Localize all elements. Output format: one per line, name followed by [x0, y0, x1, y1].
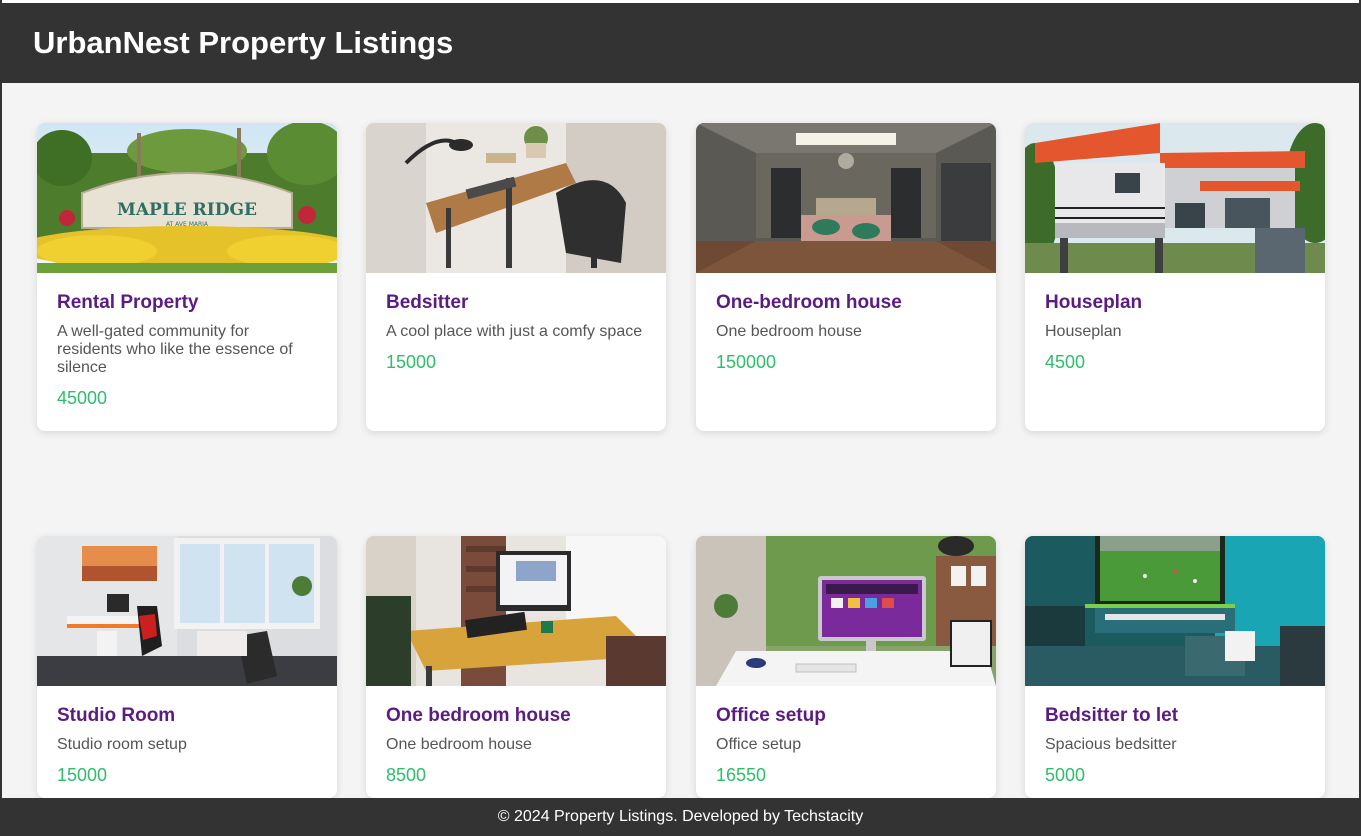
- listing-price: 15000: [57, 765, 108, 785]
- property-image: [1025, 123, 1325, 273]
- listing-price: 4500: [1045, 352, 1086, 372]
- page-title: UrbanNest Property Listings: [33, 25, 454, 60]
- property-image: [366, 123, 666, 273]
- listing-price: 16550: [716, 765, 767, 785]
- listing-description: One bedroom house: [386, 736, 532, 753]
- left-edge: [0, 0, 2, 836]
- footer-text: © 2024 Property Listings. Developed by T…: [497, 808, 864, 825]
- listing-title[interactable]: Bedsitter: [386, 293, 646, 313]
- listing-card[interactable]: MAPLE RIDGE AT AVE MARIA Rental Property…: [37, 123, 337, 431]
- listing-description: Houseplan: [1045, 323, 1122, 340]
- listing-card[interactable]: One-bedroom house One bedroom house 1500…: [696, 123, 996, 431]
- property-image: MAPLE RIDGE AT AVE MARIA: [37, 123, 337, 273]
- listing-price: 8500: [386, 765, 427, 785]
- listing-card[interactable]: Bedsitter A cool place with just a comfy…: [366, 123, 666, 431]
- listing-card[interactable]: One bedroom house One bedroom house 8500: [366, 536, 666, 798]
- property-image: [696, 123, 996, 273]
- listing-card[interactable]: Bedsitter to let Spacious bedsitter 5000: [1025, 536, 1325, 798]
- listing-card[interactable]: Houseplan Houseplan 4500: [1025, 123, 1325, 431]
- listing-title[interactable]: Studio Room: [57, 706, 317, 726]
- site-header: UrbanNest Property Listings: [0, 3, 1361, 83]
- listing-card[interactable]: Studio Room Studio room setup 15000: [37, 536, 337, 798]
- listing-description: Spacious bedsitter: [1045, 736, 1177, 753]
- property-image: [696, 536, 996, 686]
- listing-price: 150000: [716, 352, 777, 372]
- listing-title[interactable]: Bedsitter to let: [1045, 706, 1305, 726]
- property-image: [366, 536, 666, 686]
- listing-description: A cool place with just a comfy space: [386, 323, 643, 340]
- listing-title[interactable]: Office setup: [716, 706, 976, 726]
- site-footer: © 2024 Property Listings. Developed by T…: [0, 798, 1361, 836]
- listing-title[interactable]: One-bedroom house: [716, 293, 976, 313]
- listing-price: 45000: [57, 388, 108, 408]
- listing-description: Studio room setup: [57, 736, 187, 753]
- listing-title[interactable]: Houseplan: [1045, 293, 1305, 313]
- listing-description: A well-gated community for residents who…: [57, 323, 293, 376]
- property-image: [37, 536, 337, 686]
- listing-description: Office setup: [716, 736, 802, 753]
- listing-title[interactable]: One bedroom house: [386, 706, 646, 726]
- listing-price: 15000: [386, 352, 437, 372]
- property-image: [1025, 536, 1325, 686]
- listing-card[interactable]: Office setup Office setup 16550: [696, 536, 996, 798]
- sign-text: MAPLE RIDGE: [117, 200, 257, 220]
- listing-title[interactable]: Rental Property: [57, 293, 317, 313]
- listing-price: 5000: [1045, 765, 1086, 785]
- listing-description: One bedroom house: [716, 323, 862, 340]
